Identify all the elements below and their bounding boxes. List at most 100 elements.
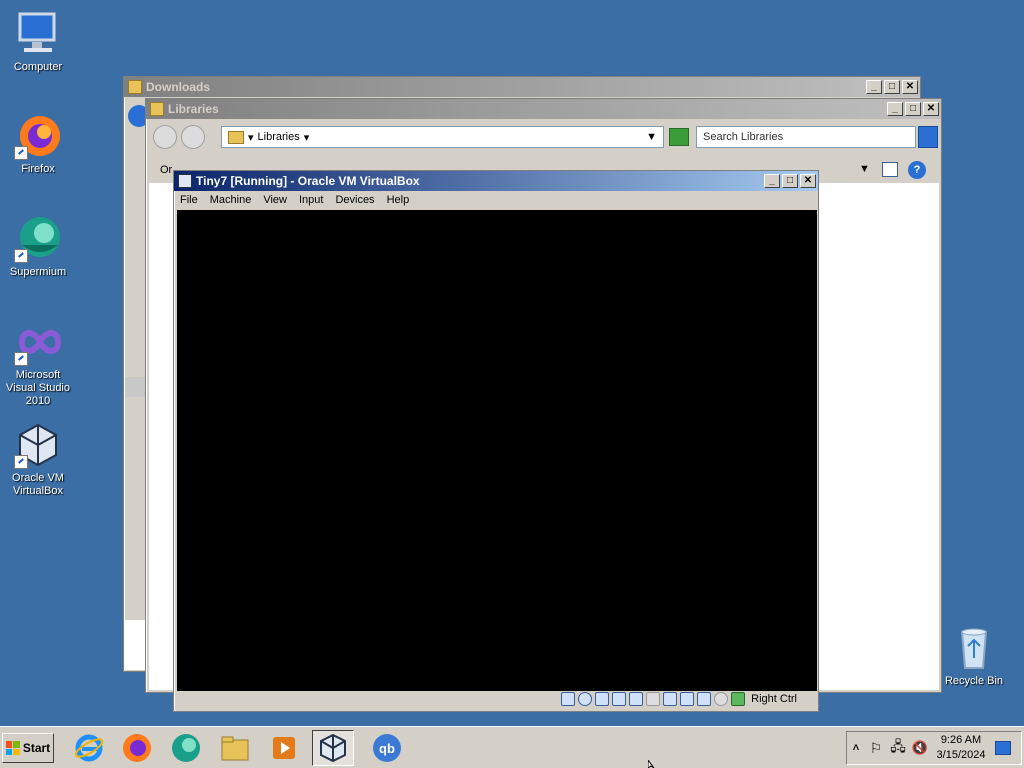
taskbar-supermium[interactable] [165,730,207,766]
close-button[interactable]: ✕ [800,174,816,188]
desktop-icon-label: Firefox [21,163,55,175]
firefox-icon [123,734,151,762]
help-icon[interactable]: ? [908,161,926,179]
search-input[interactable]: Search Libraries [696,126,916,148]
taskbar: Start qb ˄ ⚐ 🖧 🔇 9:26 AM 3/15/2024 [0,726,1024,768]
virtualbox-window[interactable]: Tiny7 [Running] - Oracle VM VirtualBox _… [173,170,819,712]
maximize-button[interactable]: □ [782,174,798,188]
usb-icon[interactable] [629,692,644,706]
folder-icon [221,736,249,761]
shortcut-arrow-icon [14,249,28,263]
desktop-icon-virtualbox[interactable]: Oracle VM VirtualBox [0,421,76,498]
display-icon[interactable] [663,692,678,706]
clock[interactable]: 9:26 AM 3/15/2024 [931,733,991,763]
visual-studio-icon [14,318,62,366]
desktop-icon-supermium[interactable]: Supermium [0,215,76,279]
hard-disk-icon[interactable] [561,692,576,706]
taskbar-qbittorrent[interactable]: qb [366,730,408,766]
menu-view[interactable]: View [263,194,287,206]
close-button[interactable]: ✕ [923,102,939,116]
libraries-title-bar[interactable]: Libraries _ □ ✕ [146,99,941,119]
desktop-icon-computer[interactable]: Computer [0,10,76,74]
supermium-icon [172,734,200,762]
refresh-button[interactable] [669,128,689,146]
mouse-cursor-icon [648,760,655,768]
chevron-down-icon: ▾ [303,131,310,144]
library-folder-icon [228,130,244,144]
system-tray: ˄ ⚐ 🖧 🔇 9:26 AM 3/15/2024 [846,731,1022,765]
virtualbox-status-bar: Right Ctrl [177,689,817,709]
optical-drive-icon[interactable] [578,692,593,706]
internet-explorer-icon [74,734,104,762]
firefox-icon [14,112,62,160]
start-label: Start [22,741,51,755]
address-text: Libraries [257,131,300,143]
minimize-button[interactable]: _ [866,80,882,94]
cpu-icon[interactable] [697,692,712,706]
qbittorrent-icon: qb [373,734,401,762]
virtualbox-title: Tiny7 [Running] - Oracle VM VirtualBox [196,174,420,188]
taskbar-internet-explorer[interactable] [68,730,110,766]
libraries-icon [150,102,164,116]
shortcut-arrow-icon [14,455,28,469]
desktop-icon-label: Microsoft Visual Studio 2010 [5,369,70,407]
taskbar-virtualbox[interactable] [312,730,354,766]
network-tray-icon[interactable]: 🖧 [887,736,909,760]
audio-icon[interactable] [595,692,610,706]
recycle-bin-icon [950,624,998,672]
recording-icon[interactable] [680,692,695,706]
virtualbox-title-bar[interactable]: Tiny7 [Running] - Oracle VM VirtualBox _… [174,171,818,191]
minimize-button[interactable]: _ [887,102,903,116]
desktop-icon-label: Supermium [9,266,67,278]
back-button[interactable] [153,125,177,149]
vm-display[interactable] [177,210,817,691]
menu-help[interactable]: Help [387,194,410,206]
view-dropdown-icon[interactable]: ▼ [859,163,870,175]
show-desktop-icon[interactable] [995,741,1011,755]
desktop-icon-label: Oracle VM VirtualBox [12,472,64,497]
taskbar-media-player[interactable] [263,730,305,766]
menu-machine[interactable]: Machine [210,194,252,206]
media-player-icon [273,737,295,759]
taskbar-file-explorer[interactable] [214,730,256,766]
virtualbox-icon [320,733,346,763]
desktop-icon-label: Computer [13,61,63,73]
organize-button[interactable]: Or [160,164,172,176]
shared-folders-icon[interactable] [646,692,661,706]
volume-muted-icon[interactable]: 🔇 [909,740,931,756]
search-icon[interactable] [918,126,938,148]
forward-button[interactable] [181,125,205,149]
maximize-button[interactable]: □ [905,102,921,116]
address-dropdown-icon[interactable]: ▼ [646,131,657,143]
mouse-integration-icon[interactable] [714,692,729,706]
address-bar[interactable]: ▾ Libraries ▾ ▼ [221,126,664,148]
menu-devices[interactable]: Devices [335,194,374,206]
windows-flag-icon [5,741,20,755]
desktop-icon-firefox[interactable]: Firefox [0,112,76,176]
show-hidden-icons-icon[interactable]: ˄ [847,742,865,754]
downloads-left-pane [125,377,147,397]
libraries-title: Libraries [168,102,219,116]
supermium-icon [14,215,62,263]
virtualbox-menu-bar: File Machine View Input Devices Help [174,191,818,209]
clock-date: 3/15/2024 [936,749,986,761]
menu-input[interactable]: Input [299,194,323,206]
computer-icon [14,10,62,58]
virtualbox-icon [14,421,62,469]
preview-pane-icon[interactable] [882,162,898,177]
desktop-icon-visual-studio[interactable]: Microsoft Visual Studio 2010 [0,318,76,408]
downloads-title-bar[interactable]: Downloads _ □ ✕ [124,77,920,97]
close-button[interactable]: ✕ [902,80,918,94]
menu-file[interactable]: File [180,194,198,206]
downloads-title: Downloads [146,80,211,94]
start-button[interactable]: Start [2,733,54,763]
host-key-label: Right Ctrl [751,693,797,705]
desktop-icon-label: Recycle Bin [944,675,1004,687]
taskbar-firefox[interactable] [116,730,158,766]
keyboard-capture-icon[interactable] [731,692,746,706]
maximize-button[interactable]: □ [884,80,900,94]
network-icon[interactable] [612,692,627,706]
action-center-flag-icon[interactable]: ⚐ [865,740,887,757]
minimize-button[interactable]: _ [764,174,780,188]
desktop-icon-recycle-bin[interactable]: Recycle Bin [936,624,1012,688]
